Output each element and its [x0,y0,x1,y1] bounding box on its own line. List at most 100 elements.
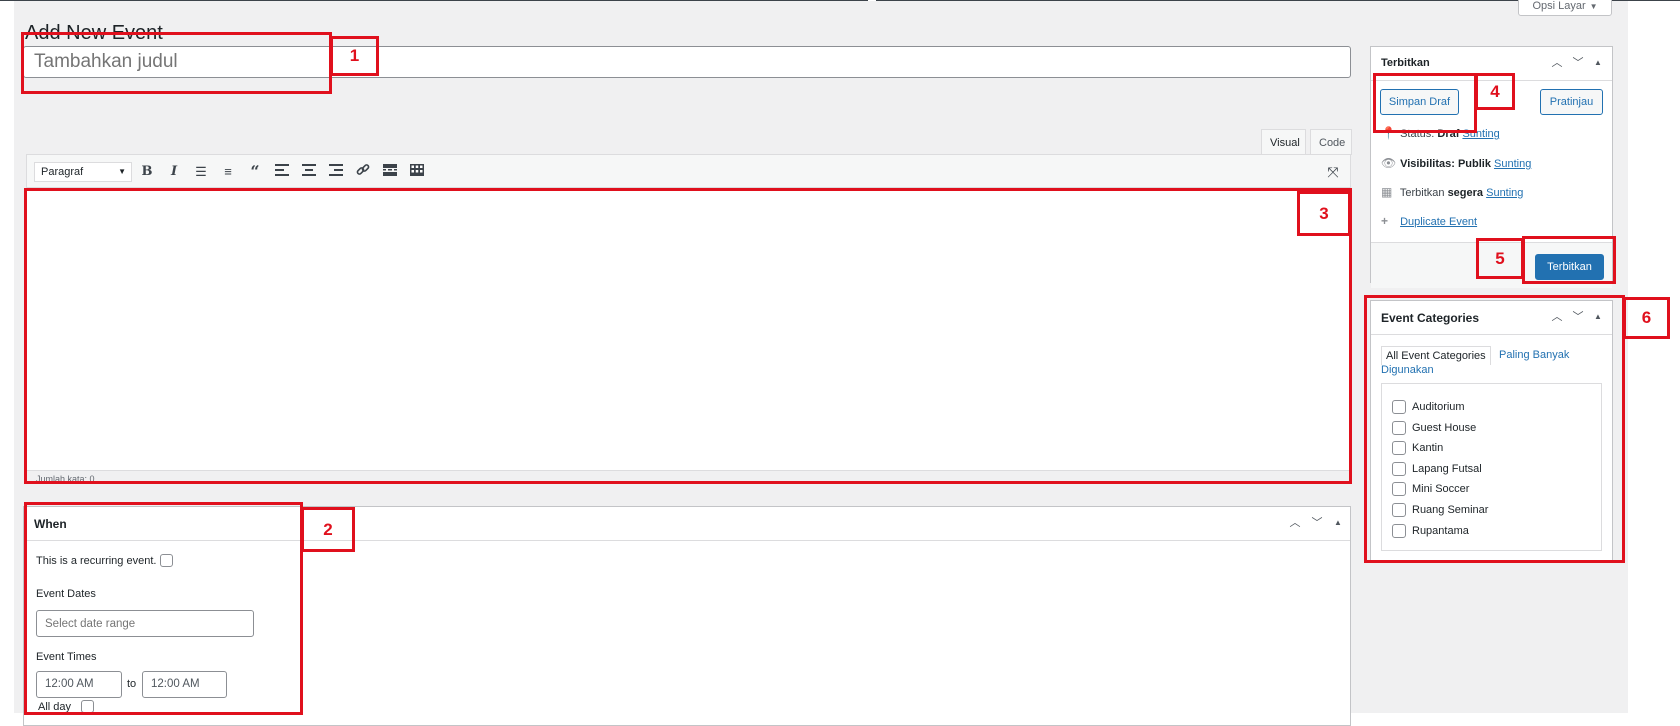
chevron-down-icon: ▼ [118,167,126,176]
when-box-title: When [34,517,67,531]
title-input[interactable] [23,46,1351,78]
category-checkbox[interactable] [1392,421,1406,435]
screen-options-button[interactable]: Opsi Layar ▼ [1518,0,1612,16]
preview-button[interactable]: Pratinjau [1540,89,1603,115]
page-title: Add New Event [25,22,163,45]
status-row: 📍 Status: Draf Sunting [1381,126,1500,140]
collapse-icon[interactable]: ▲ [1590,309,1606,325]
move-up-icon[interactable]: ︿ [1287,515,1303,531]
move-up-icon[interactable]: ︿ [1549,55,1565,71]
category-label: Kantin [1412,442,1444,454]
category-item[interactable]: Mini Soccer [1392,482,1469,496]
tab-code[interactable]: Code [1310,129,1352,155]
when-box: When ︿ ﹀ ▲ This is a recurring event. Ev… [23,506,1351,726]
tab-all-event-categories[interactable]: All Event Categories [1381,346,1491,365]
category-label: Auditorium [1412,401,1465,413]
to-label: to [127,678,137,690]
categories-box-title: Event Categories [1381,311,1480,325]
duplicate-event-link[interactable]: Duplicate Event [1400,216,1477,228]
word-count: Jumlah kata: 0 [36,474,95,484]
category-checkbox[interactable] [1392,524,1406,538]
visibility-value: Publik [1457,158,1491,170]
screen-options-label: Opsi Layar [1532,0,1586,12]
tab-popular-rest[interactable]: Digunakan [1381,364,1434,376]
category-label: Ruang Seminar [1412,504,1489,516]
edit-status-link[interactable]: Sunting [1462,128,1499,140]
format-select-value: Paragraf [41,166,84,178]
bold-icon[interactable]: B [137,163,157,183]
end-time-input[interactable]: 12:00 AM [142,671,227,698]
category-item[interactable]: Ruang Seminar [1392,503,1488,517]
save-draft-button[interactable]: Simpan Draf [1380,89,1459,115]
blockquote-icon[interactable]: “ [245,163,265,183]
annotation-number-2: 2 [301,507,355,552]
start-time-input[interactable]: 12:00 AM [36,671,122,698]
align-center-icon[interactable] [299,163,319,183]
caret-down-icon: ▼ [1589,2,1598,11]
category-label: Lapang Futsal [1412,463,1482,475]
category-item[interactable]: Auditorium [1392,400,1465,414]
publish-box-title: Terbitkan [1381,57,1430,69]
read-more-icon[interactable] [380,163,400,183]
toolbar-toggle-icon[interactable] [407,163,427,183]
visibility-row: 👁 Visibilitas: Publik Sunting [1381,156,1531,170]
category-checkbox[interactable] [1392,462,1406,476]
collapse-icon[interactable]: ▲ [1590,55,1606,71]
category-checkbox[interactable] [1392,482,1406,496]
numbered-list-icon[interactable]: ≡ [218,163,238,183]
category-item[interactable]: Rupantama [1392,524,1469,538]
calendar-icon: ▦ [1381,185,1393,199]
tab-popular-lead[interactable]: Paling Banyak [1499,349,1569,361]
event-categories-box: Event Categories ︿ ﹀ ▲ All Event Categor… [1370,300,1613,561]
align-right-icon[interactable] [326,163,346,183]
category-label: Mini Soccer [1412,483,1470,495]
status-value: Draf [1437,128,1460,140]
collapse-icon[interactable]: ▲ [1330,515,1346,531]
categories-box-header: Event Categories ︿ ﹀ ▲ [1371,301,1612,335]
event-dates-label: Event Dates [36,588,96,600]
link-icon[interactable] [353,163,373,183]
schedule-row: ▦ Terbitkan segera Sunting [1381,185,1523,199]
bullet-list-icon[interactable]: ☰ [191,163,211,183]
plus-icon: + [1381,214,1389,228]
move-down-icon[interactable]: ﹀ [1570,55,1586,71]
edit-visibility-link[interactable]: Sunting [1494,158,1531,170]
all-day-checkbox[interactable] [81,700,94,713]
schedule-label: Terbitkan [1399,187,1445,199]
duplicate-row: + Duplicate Event [1381,214,1477,228]
category-item[interactable]: Kantin [1392,441,1443,455]
align-left-icon[interactable] [272,163,292,183]
content-editor[interactable] [26,188,1351,471]
edit-schedule-link[interactable]: Sunting [1486,187,1523,199]
move-up-icon[interactable]: ︿ [1549,309,1565,325]
tab-visual[interactable]: Visual [1261,129,1306,155]
visibility-label: Visibilitas: [1400,158,1455,170]
category-item[interactable]: Guest House [1392,421,1476,435]
category-checkbox[interactable] [1392,503,1406,517]
top-border [0,0,1680,1]
pin-icon: 📍 [1381,126,1396,140]
category-checkbox[interactable] [1392,441,1406,455]
fullscreen-icon[interactable]: ⤧ [1323,163,1343,183]
annotation-number-1: 1 [330,36,379,76]
category-item[interactable]: Lapang Futsal [1392,462,1482,476]
recurring-checkbox[interactable] [160,554,173,567]
category-checkbox[interactable] [1392,400,1406,414]
all-day-label: All day [38,701,72,713]
annotation-number-3: 3 [1297,191,1351,236]
recurring-label: This is a recurring event. [36,555,157,567]
when-box-header: When ︿ ﹀ ▲ [24,507,1350,541]
editor-toolbar: Paragraf ▼ B I ☰ ≡ “ ⤧ [26,154,1351,188]
top-mark [868,0,876,1]
category-label: Rupantama [1412,525,1469,537]
date-range-input[interactable] [36,610,254,637]
category-label: Guest House [1412,422,1477,434]
move-down-icon[interactable]: ﹀ [1309,515,1325,531]
event-times-label: Event Times [36,651,97,663]
annotation-number-6: 6 [1623,297,1670,339]
publish-button[interactable]: Terbitkan [1535,254,1604,280]
format-select[interactable]: Paragraf ▼ [34,162,132,182]
move-down-icon[interactable]: ﹀ [1570,309,1586,325]
schedule-value: segera [1447,187,1484,199]
italic-icon[interactable]: I [164,163,184,183]
